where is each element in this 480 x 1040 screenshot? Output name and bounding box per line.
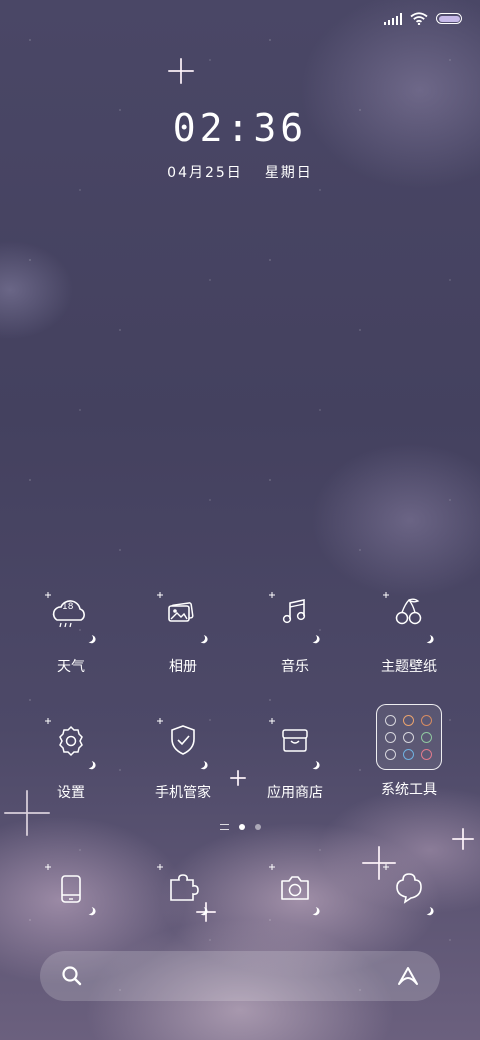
folder-app-icon xyxy=(403,714,414,726)
puzzle-icon xyxy=(155,862,211,918)
folder-label: 系统工具 xyxy=(381,782,437,798)
page-dot-active xyxy=(238,824,245,830)
music-icon xyxy=(267,590,323,646)
camera-icon xyxy=(267,862,323,918)
dock-messages[interactable] xyxy=(354,862,464,918)
app-label: 主题壁纸 xyxy=(381,659,437,675)
assistant-icon[interactable] xyxy=(396,964,420,988)
app-label: 相册 xyxy=(169,659,197,675)
gear-icon xyxy=(43,716,99,772)
folder-app-icon xyxy=(385,748,396,760)
gallery-icon xyxy=(155,590,211,646)
folder-app-icon xyxy=(385,731,396,743)
store-icon xyxy=(267,716,323,772)
app-security[interactable]: 手机管家 xyxy=(128,716,238,802)
battery-icon xyxy=(436,13,462,24)
search-icon[interactable] xyxy=(60,964,84,988)
signal-icon xyxy=(384,12,402,25)
page-indicator[interactable] xyxy=(0,824,480,830)
chat-bubble-icon xyxy=(381,862,437,918)
sparkle-decoration xyxy=(452,828,474,850)
folder-app-icon xyxy=(421,714,432,726)
weather-temperature: 18 xyxy=(62,602,74,612)
dock-phone[interactable] xyxy=(16,862,126,918)
dock-camera[interactable] xyxy=(240,862,350,918)
weekday-text: 星期日 xyxy=(264,165,313,181)
app-store[interactable]: 应用商店 xyxy=(240,716,350,802)
dock-puzzle[interactable] xyxy=(128,862,238,918)
search-bar[interactable] xyxy=(40,951,440,1001)
app-gallery[interactable]: 相册 xyxy=(128,590,238,676)
app-weather[interactable]: 18 天气 xyxy=(16,590,126,676)
clock-time[interactable]: 02:36 xyxy=(0,106,480,150)
folder-app-icon xyxy=(421,731,432,743)
date-text: 04月25日 xyxy=(167,165,243,181)
app-label: 天气 xyxy=(57,659,85,675)
app-label: 设置 xyxy=(57,785,85,801)
app-label: 音乐 xyxy=(281,659,309,675)
app-label: 手机管家 xyxy=(155,785,211,801)
app-settings[interactable]: 设置 xyxy=(16,716,126,802)
app-themes[interactable]: 主题壁纸 xyxy=(354,590,464,676)
sparkle-decoration xyxy=(168,58,194,84)
folder-app-icon xyxy=(385,714,396,726)
clock-date[interactable]: 04月25日 星期日 xyxy=(0,162,480,182)
shield-icon xyxy=(155,716,211,772)
status-bar xyxy=(384,12,462,25)
folder-app-icon xyxy=(403,748,414,760)
phone-icon xyxy=(43,862,99,918)
menu-icon xyxy=(219,824,229,830)
app-label: 应用商店 xyxy=(267,785,323,801)
cherry-icon xyxy=(381,590,437,646)
app-music[interactable]: 音乐 xyxy=(240,590,350,676)
folder-system-tools[interactable] xyxy=(376,704,442,770)
wifi-icon xyxy=(410,12,428,25)
folder-app-icon xyxy=(421,748,432,760)
weather-icon: 18 xyxy=(43,590,99,646)
folder-app-icon xyxy=(403,731,414,743)
page-dot xyxy=(254,824,261,830)
